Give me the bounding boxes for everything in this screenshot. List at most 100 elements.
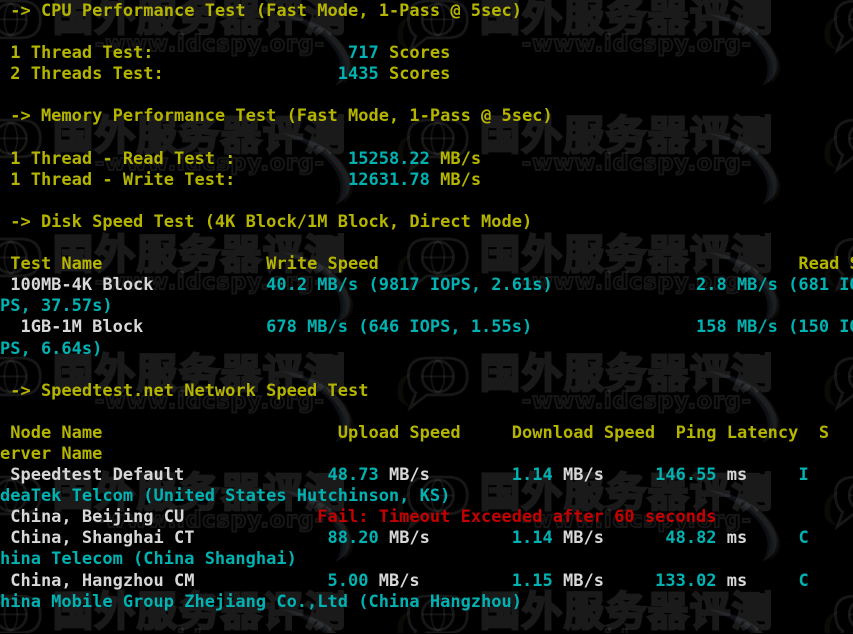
memory-row-1-seg-1: [235, 149, 348, 169]
st-row-1-seg-1: [184, 465, 327, 485]
st-row-1-seg-4: [430, 465, 512, 485]
st-row-1-seg-0: Speedtest Default: [0, 465, 185, 486]
st-col-header-wrap: erver Name: [0, 444, 853, 465]
memory-row-2-seg-3: MB/s: [429, 169, 482, 190]
disk-row-2: 1GB-1M Block 678 MB/s (646 IOPS, 1.55s) …: [0, 317, 853, 338]
disk-row-1-seg-2: 40.2 MB/s (9817 IOPS, 2.61s): [266, 275, 553, 296]
st-row-1-seg-11: I: [798, 465, 809, 486]
st-row-4-seg-9: ms: [716, 570, 748, 591]
memory-row-1-seg-3: MB/s: [429, 148, 482, 169]
st-row-3-seg-8: 48.82: [665, 528, 717, 549]
st-row-3-seg-4: [430, 528, 512, 548]
disk-row-2-wrap-seg-0: PS, 6.64s): [0, 338, 103, 359]
cpu-row-1: 1 Thread Test: 717 Scores: [0, 43, 853, 64]
st-row-4-seg-8: 133.02: [655, 570, 717, 591]
cpu-row-2-seg-1: [164, 64, 338, 84]
st-row-1-seg-10: [747, 465, 798, 485]
blank-4: [0, 191, 853, 212]
st-row-1-seg-6: MB/s: [552, 465, 604, 486]
st-row-1-wrap: deaTek Telcom (United States Hutchinson,…: [0, 486, 853, 507]
st-row-1: Speedtest Default 48.73 MB/s 1.14 MB/s 1…: [0, 465, 853, 486]
st-row-1-wrap-seg-0: deaTek Telcom (United States Hutchinson,…: [0, 486, 451, 507]
memory-row-2-seg-1: [235, 170, 348, 190]
disk-row-1-wrap: PS, 37.57s): [0, 296, 853, 317]
speedtest-header-seg-0: -> Speedtest.net Network Speed Test: [0, 380, 369, 401]
disk-row-1-seg-3: [553, 275, 696, 295]
st-row-3-seg-7: [604, 528, 665, 548]
memory-row-1-seg-0: 1 Thread - Read Test :: [0, 148, 236, 169]
cpu-row-1-seg-1: [154, 43, 348, 63]
st-row-3-seg-5: 1.14: [511, 528, 553, 549]
st-row-1-seg-9: ms: [716, 465, 748, 486]
terminal-output: -> CPU Performance Test (Fast Mode, 1-Pa…: [0, 0, 853, 634]
disk-row-1-seg-1: [154, 275, 267, 295]
disk-header: -> Disk Speed Test (4K Block/1M Block, D…: [0, 212, 853, 233]
st-col-header-seg-1: [102, 423, 337, 443]
st-row-4-seg-6: MB/s: [552, 570, 604, 591]
memory-row-1: 1 Thread - Read Test : 15258.22 MB/s: [0, 149, 853, 170]
st-row-3-seg-0: China, Shanghai CT: [0, 528, 195, 549]
st-row-4-wrap: hina Mobile Group Zhejiang Co.,Ltd (Chin…: [0, 592, 853, 613]
st-col-header-seg-3: [461, 423, 512, 443]
st-row-2-seg-0: China, Beijing CU: [0, 507, 185, 528]
disk-col-header-seg-2: Write Speed: [266, 254, 379, 275]
disk-row-1-seg-4: 2.8 MB/s (681 IO: [696, 275, 853, 296]
st-row-1-seg-7: [604, 465, 655, 485]
st-row-4-seg-0: China, Hangzhou CM: [0, 570, 195, 591]
st-row-4-seg-4: [420, 571, 512, 591]
blank-2: [0, 85, 853, 106]
cpu-row-2-seg-0: 2 Threads Test:: [0, 64, 164, 85]
memory-row-2: 1 Thread - Write Test: 12631.78 MB/s: [0, 170, 853, 191]
cpu-row-1-seg-0: 1 Thread Test:: [0, 43, 154, 64]
cpu-header-seg-0: -> CPU Performance Test (Fast Mode, 1-Pa…: [0, 1, 522, 21]
cpu-row-1-seg-3: Scores: [378, 43, 451, 64]
st-col-header-seg-6: Ping Latency: [675, 422, 799, 443]
blank-5: [0, 233, 853, 254]
st-row-3-wrap: hina Telecom (China Shanghai): [0, 549, 853, 570]
st-row-3: China, Shanghai CT 88.20 MB/s 1.14 MB/s …: [0, 528, 853, 549]
st-row-4-seg-10: [747, 571, 798, 591]
disk-col-header-seg-1: [102, 254, 266, 274]
disk-col-header-seg-3: [379, 254, 799, 274]
disk-col-header-seg-0: Test Name: [0, 254, 103, 275]
st-col-header-seg-0: Node Name: [0, 422, 103, 443]
disk-row-2-seg-0: 1GB-1M Block: [0, 317, 144, 338]
disk-col-header: Test Name Write Speed Read Speed: [0, 254, 853, 275]
st-col-header-seg-2: Upload Speed: [337, 422, 461, 443]
st-row-2-seg-1: [184, 507, 317, 527]
st-row-4-seg-7: [604, 571, 655, 591]
st-row-3-seg-2: 88.20: [327, 528, 379, 549]
st-row-3-seg-11: C: [798, 528, 809, 549]
blank-6: [0, 360, 853, 381]
speedtest-header: -> Speedtest.net Network Speed Test: [0, 381, 853, 402]
cpu-row-2-seg-2: 1435: [337, 64, 379, 85]
st-col-header-seg-5: [655, 423, 675, 443]
st-row-4: China, Hangzhou CM 5.00 MB/s 1.15 MB/s 1…: [0, 571, 853, 592]
st-row-3-seg-6: MB/s: [552, 528, 604, 549]
disk-header-seg-0: -> Disk Speed Test (4K Block/1M Block, D…: [0, 211, 533, 232]
disk-row-1: 100MB-4K Block 40.2 MB/s (9817 IOPS, 2.6…: [0, 275, 853, 296]
st-row-4-seg-3: MB/s: [368, 570, 420, 591]
memory-row-2-seg-0: 1 Thread - Write Test:: [0, 169, 236, 190]
memory-row-2-seg-2: 12631.78: [348, 169, 430, 190]
st-row-1-seg-8: 146.55: [655, 465, 717, 486]
st-col-header-seg-4: Download Speed: [511, 422, 656, 443]
st-col-header-seg-8: S: [818, 422, 830, 443]
st-col-header-seg-7: [798, 423, 818, 443]
st-row-4-seg-1: [194, 571, 327, 591]
st-col-header-wrap-seg-0: erver Name: [0, 443, 103, 464]
blank-1: [0, 22, 853, 43]
memory-row-1-seg-2: 15258.22: [348, 148, 430, 169]
st-row-2: China, Beijing CU Fail: Timeout Exceeded…: [0, 507, 853, 528]
st-row-3-wrap-seg-0: hina Telecom (China Shanghai): [0, 549, 297, 570]
disk-row-2-seg-1: [143, 317, 266, 337]
disk-row-2-seg-3: [532, 317, 696, 337]
st-row-1-seg-3: MB/s: [378, 465, 430, 486]
st-row-3-seg-1: [194, 528, 327, 548]
cpu-row-1-seg-2: 717: [348, 43, 379, 64]
st-row-2-seg-2: Fail: Timeout Exceeded after 60 seconds: [317, 507, 717, 528]
cpu-row-2: 2 Threads Test: 1435 Scores: [0, 64, 853, 85]
st-row-1-seg-2: 48.73: [327, 465, 379, 486]
disk-col-header-seg-4: Read Speed: [798, 254, 853, 275]
st-row-1-seg-5: 1.14: [511, 465, 553, 486]
